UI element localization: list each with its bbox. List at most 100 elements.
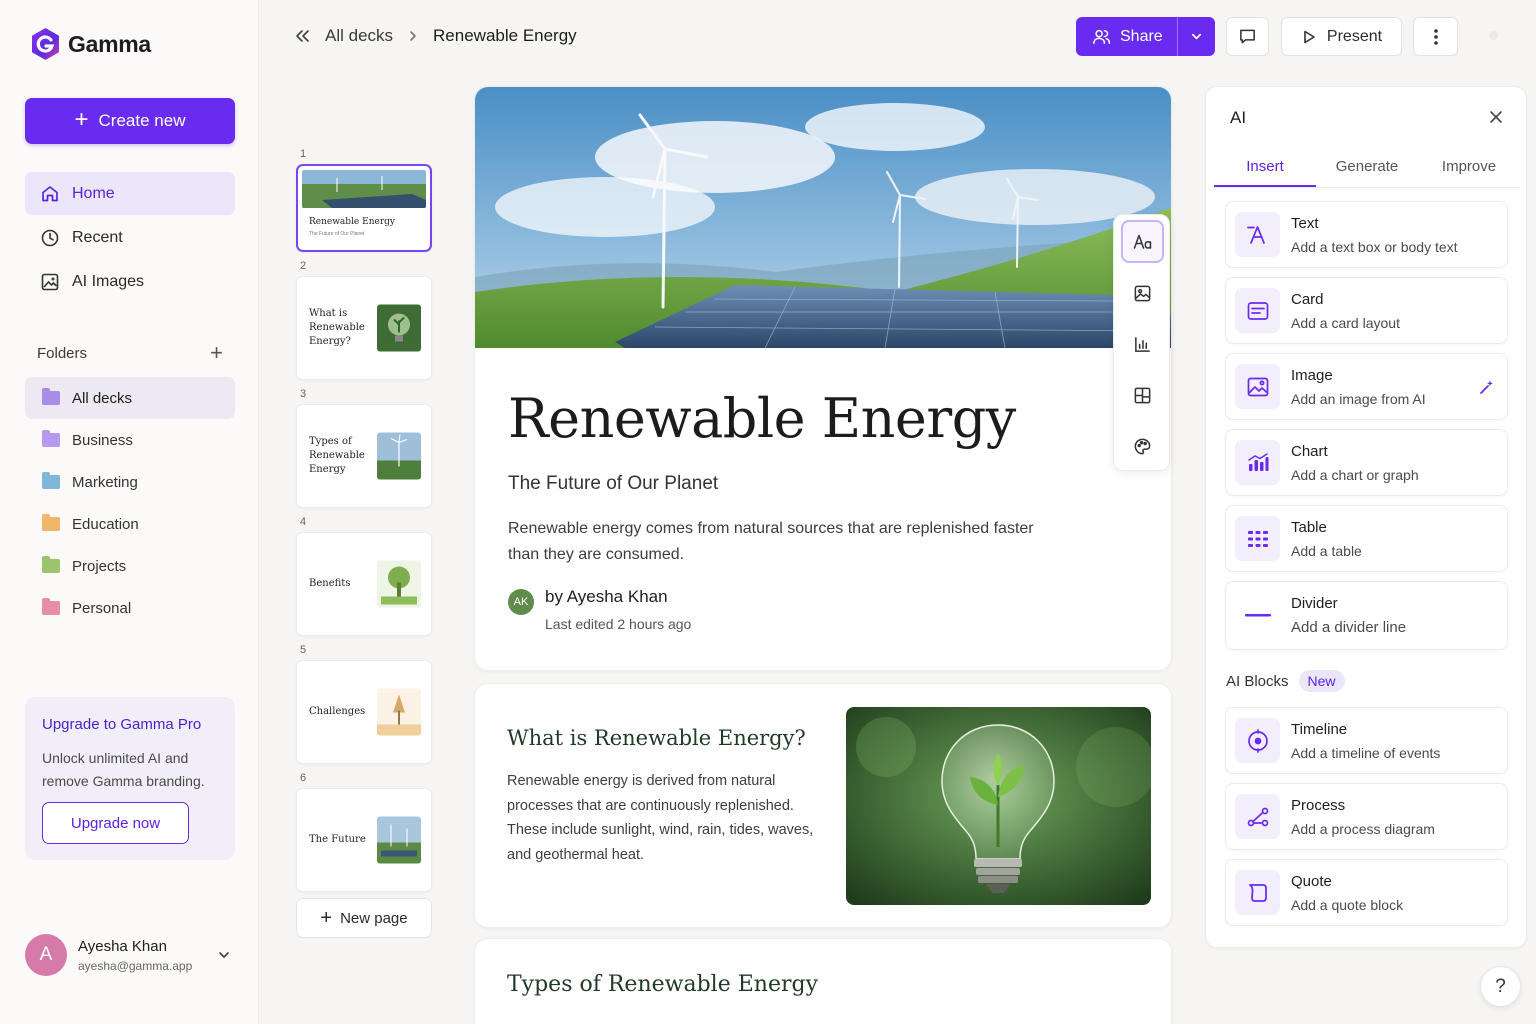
slide-thumbnail-5[interactable]: Challenges	[296, 660, 432, 764]
insert-table-item[interactable]: Table Add a table	[1225, 505, 1508, 572]
folder-projects[interactable]: Projects	[25, 545, 235, 587]
app-logo[interactable]: Gamma	[30, 27, 151, 61]
create-new-button[interactable]: + Create new	[25, 98, 235, 144]
tab-improve[interactable]: Improve	[1418, 149, 1520, 187]
slide-subtitle[interactable]: The Future of Our Planet	[508, 473, 718, 495]
present-button[interactable]: Present	[1281, 17, 1402, 56]
section-body-text[interactable]: Renewable energy is derived from natural…	[507, 769, 817, 867]
comments-button[interactable]	[1226, 17, 1269, 56]
slide-thumbnail-6[interactable]: The Future	[296, 788, 432, 892]
theme-color-tool[interactable]	[1121, 425, 1164, 468]
title-slide-card[interactable]: Renewable Energy The Future of Our Plane…	[474, 86, 1172, 671]
last-edited-text: Last edited 2 hours ago	[545, 616, 692, 632]
table-icon	[1235, 516, 1280, 561]
future-thumb-image	[377, 816, 421, 864]
image-icon	[1134, 285, 1151, 302]
insert-quote-item[interactable]: Quote Add a quote block	[1225, 859, 1508, 926]
item-title: Quote	[1291, 872, 1332, 890]
gamma-logo-icon	[32, 28, 59, 60]
create-new-label: Create new	[98, 111, 186, 130]
insert-image-tool[interactable]	[1121, 272, 1164, 315]
insert-timeline-item[interactable]: Timeline Add a timeline of events	[1225, 707, 1508, 774]
item-title: Image	[1291, 366, 1333, 384]
chart-icon	[1135, 337, 1150, 352]
users-icon	[1093, 29, 1111, 44]
add-folder-icon[interactable]: +	[210, 342, 223, 364]
sidebar-item-label: Home	[72, 184, 115, 202]
folder-label: Personal	[72, 599, 132, 617]
item-description: Add a quote block	[1291, 896, 1404, 913]
upgrade-now-button[interactable]: Upgrade now	[42, 802, 189, 844]
insert-image-item[interactable]: Image Add an image from AI	[1225, 353, 1508, 420]
new-page-button[interactable]: + New page	[296, 898, 432, 938]
layout-tool[interactable]	[1121, 374, 1164, 417]
thumb-number: 2	[300, 260, 307, 272]
section-title[interactable]: Types of Renewable Energy	[507, 972, 818, 997]
sidebar-item-recent[interactable]: Recent	[25, 216, 235, 259]
sidebar-item-label: Recent	[72, 228, 123, 246]
folder-marketing[interactable]: Marketing	[25, 461, 235, 503]
slide-thumbnail-2[interactable]: What is Renewable Energy?	[296, 276, 432, 380]
comment-icon	[1240, 29, 1255, 44]
close-icon[interactable]	[1487, 108, 1505, 126]
insert-divider-item[interactable]: Divider Add a divider line	[1225, 581, 1508, 650]
item-title: Chart	[1291, 442, 1328, 460]
slide-title[interactable]: Renewable Energy	[508, 387, 1016, 450]
insert-chart-tool[interactable]	[1121, 323, 1164, 366]
folder-education[interactable]: Education	[25, 503, 235, 545]
help-button[interactable]: ?	[1480, 966, 1521, 1007]
user-menu[interactable]: A Ayesha Khan ayesha@gamma.app	[25, 934, 235, 976]
share-button[interactable]: Share	[1076, 27, 1177, 46]
slide-thumbnails: 1 Renewable Energy The Future of Our Pla…	[296, 148, 432, 938]
share-dropdown-button[interactable]	[1178, 30, 1215, 43]
breadcrumb-all-decks[interactable]: All decks	[325, 26, 393, 46]
section-title[interactable]: What is Renewable Energy?	[507, 726, 806, 750]
clock-icon	[41, 229, 59, 246]
folder-personal[interactable]: Personal	[25, 587, 235, 629]
slide-body-text[interactable]: Renewable energy comes from natural sour…	[508, 516, 1038, 568]
folder-business[interactable]: Business	[25, 419, 235, 461]
tree-thumb-image	[377, 560, 421, 608]
item-description: Add a table	[1291, 542, 1362, 559]
ai-panel: AI Insert Generate Improve Text Add a te…	[1205, 86, 1527, 948]
slide-thumbnail-4[interactable]: Benefits	[296, 532, 432, 636]
types-of-renewable-card[interactable]: Types of Renewable Energy	[474, 938, 1172, 1024]
folder-all-decks[interactable]: All decks	[25, 377, 235, 419]
tab-generate[interactable]: Generate	[1316, 149, 1418, 187]
upgrade-title: Upgrade to Gamma Pro	[42, 716, 202, 733]
folder-label: Education	[72, 515, 139, 533]
item-title: Table	[1291, 518, 1327, 536]
more-vertical-icon	[1433, 28, 1438, 45]
sidebar-item-home[interactable]: Home	[25, 172, 235, 215]
turbine-thumb-image	[377, 432, 421, 480]
thumb-title: Types of Renewable Energy	[309, 436, 365, 475]
sidebar-item-ai-images[interactable]: AI Images	[25, 260, 235, 303]
thumb-title: Renewable Energy	[309, 217, 395, 227]
insert-text-item[interactable]: Text Add a text box or body text	[1225, 201, 1508, 268]
insert-chart-item[interactable]: Chart Add a chart or graph	[1225, 429, 1508, 496]
more-options-button[interactable]	[1413, 17, 1458, 56]
slide-thumbnail-3[interactable]: Types of Renewable Energy	[296, 404, 432, 508]
thumb-number: 4	[300, 516, 307, 528]
what-is-renewable-card[interactable]: What is Renewable Energy? Renewable ener…	[474, 683, 1172, 928]
text-icon	[1235, 212, 1280, 257]
collapse-back-icon[interactable]	[293, 27, 311, 45]
folders-header: Folders +	[37, 342, 223, 364]
insert-process-item[interactable]: Process Add a process diagram	[1225, 783, 1508, 850]
insert-card-item[interactable]: Card Add a card layout	[1225, 277, 1508, 344]
theme-font-tool[interactable]	[1121, 220, 1164, 263]
sidebar-nav: Home Recent AI Images	[25, 172, 235, 304]
ai-blocks-list: Timeline Add a timeline of events Proces…	[1225, 707, 1508, 935]
ai-image-icon	[41, 273, 59, 290]
palette-icon	[1134, 438, 1151, 455]
sidebar-item-label: AI Images	[72, 272, 145, 290]
insert-items-list: Text Add a text box or body text Card Ad…	[1225, 201, 1508, 659]
folder-icon	[42, 598, 60, 615]
item-title: Text	[1291, 214, 1319, 232]
process-icon	[1235, 794, 1280, 839]
tab-insert[interactable]: Insert	[1214, 149, 1316, 187]
folder-icon	[42, 514, 60, 531]
ai-blocks-header: AI Blocks New	[1226, 670, 1345, 692]
thumb-title: The Future	[309, 834, 366, 845]
slide-thumbnail-1[interactable]: Renewable Energy The Future of Our Plane…	[296, 164, 432, 252]
